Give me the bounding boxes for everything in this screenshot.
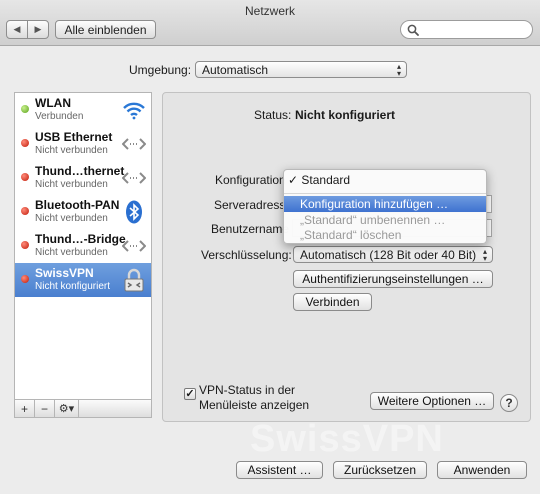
show-vpn-status-checkbox[interactable]: ✓ — [184, 388, 196, 400]
show-all-button[interactable]: Alle einblenden — [55, 20, 156, 39]
configuration-label: Konfiguration — [215, 173, 286, 187]
service-status: Verbunden — [35, 111, 84, 122]
status-label: Status: — [254, 108, 292, 122]
window-title: Netzwerk — [244, 4, 295, 18]
status-value: Nicht konfiguriert — [295, 108, 396, 122]
service-item-bluetooth-pan[interactable]: Bluetooth-PAN Nicht verbunden — [15, 195, 151, 229]
service-list: WLAN Verbunden USB Ethernet Nicht verbun… — [14, 92, 152, 400]
bluetooth-icon — [122, 200, 146, 224]
service-item-usb-ethernet[interactable]: USB Ethernet Nicht verbunden — [15, 127, 151, 161]
status-dot-icon — [21, 275, 29, 283]
service-name: Thund…-Bridge — [35, 232, 126, 246]
configuration-menu: ✓ Standard Konfiguration hinzufügen … „S… — [283, 169, 487, 244]
service-status: Nicht verbunden — [35, 213, 108, 224]
menu-item-standard[interactable]: ✓ Standard — [284, 172, 486, 188]
service-status: Nicht verbunden — [35, 145, 108, 156]
location-value: Automatisch — [202, 62, 269, 77]
back-forward-control: ◀ ▶ — [6, 20, 49, 39]
apply-button[interactable]: Anwenden — [437, 461, 527, 479]
service-name: Thund…thernet — [35, 164, 125, 178]
back-button[interactable]: ◀ — [7, 21, 28, 38]
status-dot-icon — [21, 105, 29, 113]
advanced-options-button[interactable]: Weitere Optionen … — [370, 392, 494, 410]
server-address-label: Serveradresse — [214, 198, 293, 212]
forward-button[interactable]: ▶ — [28, 21, 48, 38]
status-dot-icon — [21, 139, 29, 147]
service-item-thunderbolt-ethernet[interactable]: Thund…thernet Nicht verbunden — [15, 161, 151, 195]
service-name: SwissVPN — [35, 266, 94, 280]
gear-menu-button[interactable]: ⚙▾ — [55, 400, 79, 417]
vpn-lock-icon — [122, 268, 146, 292]
help-button[interactable]: ? — [500, 394, 518, 412]
popup-arrows-icon: ▴ ▾ — [482, 247, 487, 263]
location-label: Umgebung: — [129, 63, 192, 77]
popup-arrows-icon: ▴ ▾ — [396, 62, 401, 78]
menu-separator — [284, 193, 486, 194]
menu-item-delete-standard[interactable]: „Standard“ löschen — [284, 227, 486, 243]
menu-item-add-configuration[interactable]: Konfiguration hinzufügen … — [284, 196, 486, 212]
connect-button[interactable]: Verbinden — [293, 293, 372, 311]
assistant-button[interactable]: Assistent … — [236, 461, 323, 479]
authentication-settings-button[interactable]: Authentifizierungseinstellungen … — [293, 270, 493, 288]
account-name-label: Benutzername — [211, 222, 290, 236]
show-vpn-status-label-line1: VPN-Status in der — [199, 383, 296, 397]
ethernet-arrows-icon — [122, 166, 146, 190]
search-icon — [407, 24, 419, 36]
service-status: Nicht konfiguriert — [35, 281, 111, 292]
revert-button[interactable]: Zurücksetzen — [333, 461, 427, 479]
service-list-toolbar: + − ⚙▾ — [14, 400, 152, 418]
service-status: Nicht verbunden — [35, 179, 108, 190]
network-preferences-window: Netzwerk ◀ ▶ Alle einblenden Umgebung: A… — [0, 0, 540, 494]
ethernet-arrows-icon — [122, 234, 146, 258]
watermark: SwissVPN — [250, 418, 444, 460]
location-popup[interactable]: Automatisch ▴ ▾ — [195, 61, 407, 78]
service-name: USB Ethernet — [35, 130, 113, 144]
search-field[interactable] — [400, 20, 533, 39]
menu-item-rename-standard[interactable]: „Standard“ umbenennen … — [284, 212, 486, 228]
status-dot-icon — [21, 241, 29, 249]
status-dot-icon — [21, 173, 29, 181]
wifi-icon — [122, 98, 146, 122]
service-status: Nicht verbunden — [35, 247, 108, 258]
remove-service-button[interactable]: − — [35, 400, 55, 417]
ethernet-arrows-icon — [122, 132, 146, 156]
service-name: Bluetooth-PAN — [35, 198, 120, 212]
toolbar: Netzwerk ◀ ▶ Alle einblenden — [0, 0, 540, 46]
show-vpn-status-label-line2: Menüleiste anzeigen — [199, 398, 310, 412]
service-name: WLAN — [35, 96, 71, 110]
encryption-value: Automatisch (128 Bit oder 40 Bit) — [300, 247, 477, 262]
encryption-popup[interactable]: Automatisch (128 Bit oder 40 Bit) ▴ ▾ — [293, 246, 493, 263]
encryption-label: Verschlüsselung: — [201, 248, 292, 262]
service-item-swissvpn[interactable]: SwissVPN Nicht konfiguriert — [15, 263, 151, 297]
status-dot-icon — [21, 207, 29, 215]
add-service-button[interactable]: + — [15, 400, 35, 417]
service-item-thunderbolt-bridge[interactable]: Thund…-Bridge Nicht verbunden — [15, 229, 151, 263]
service-item-wlan[interactable]: WLAN Verbunden — [15, 93, 151, 127]
